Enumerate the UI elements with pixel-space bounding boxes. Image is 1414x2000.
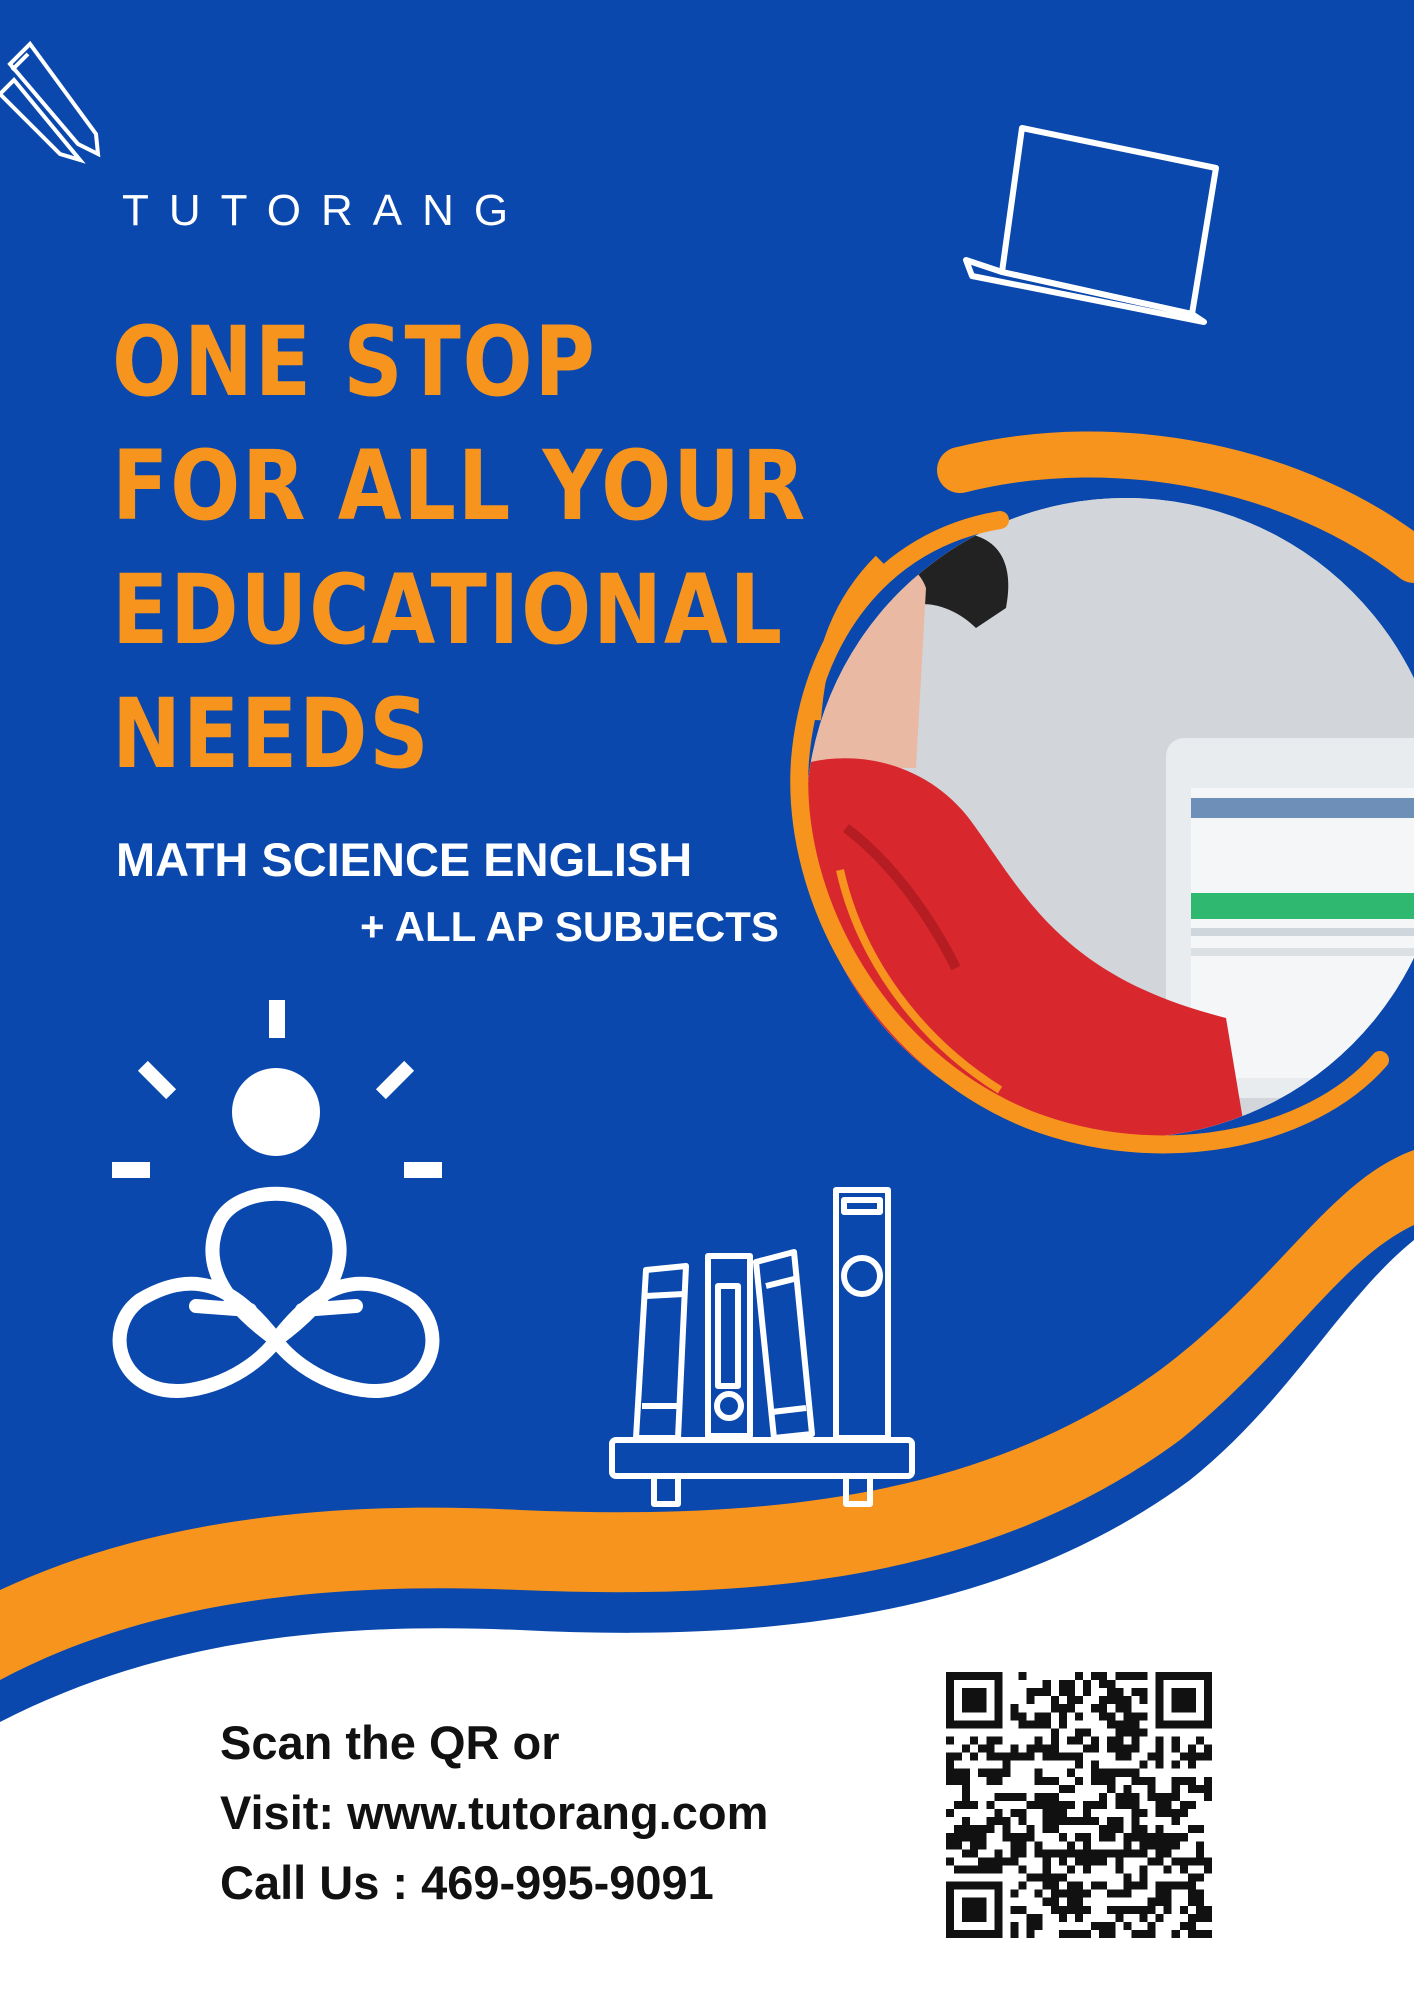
headline-line-3: EDUCATIONAL: [112, 554, 784, 666]
laptop-icon: [963, 125, 1219, 325]
headline-line-4: NEEDS: [112, 678, 431, 790]
poster: TUTORANG ONE STOP FOR ALL YOUR EDUCATION…: [0, 0, 1414, 2000]
headline-line-2: FOR ALL YOUR: [112, 430, 808, 542]
pencils-icon: [0, 40, 101, 164]
contact-phone[interactable]: Call Us : 469-995-9091: [220, 1848, 768, 1918]
headline-line-1: ONE STOP: [112, 306, 597, 418]
contact-website[interactable]: Visit: www.tutorang.com: [220, 1778, 768, 1848]
contact-info: Scan the QR or Visit: www.tutorang.com C…: [220, 1708, 768, 1918]
headline: ONE STOP FOR ALL YOUR EDUCATIONAL NEEDS: [112, 300, 807, 796]
subjects-main: MATH SCIENCE ENGLISH: [116, 833, 693, 886]
qr-code-icon[interactable]: [946, 1672, 1212, 1938]
meditation-lightbulb-icon: [112, 1000, 442, 1398]
brand-name: TUTORANG: [122, 186, 529, 235]
contact-scan-qr: Scan the QR or: [220, 1716, 560, 1769]
subjects-extra: + ALL AP SUBJECTS: [360, 903, 779, 950]
books-shelf-icon: [609, 1187, 915, 1507]
